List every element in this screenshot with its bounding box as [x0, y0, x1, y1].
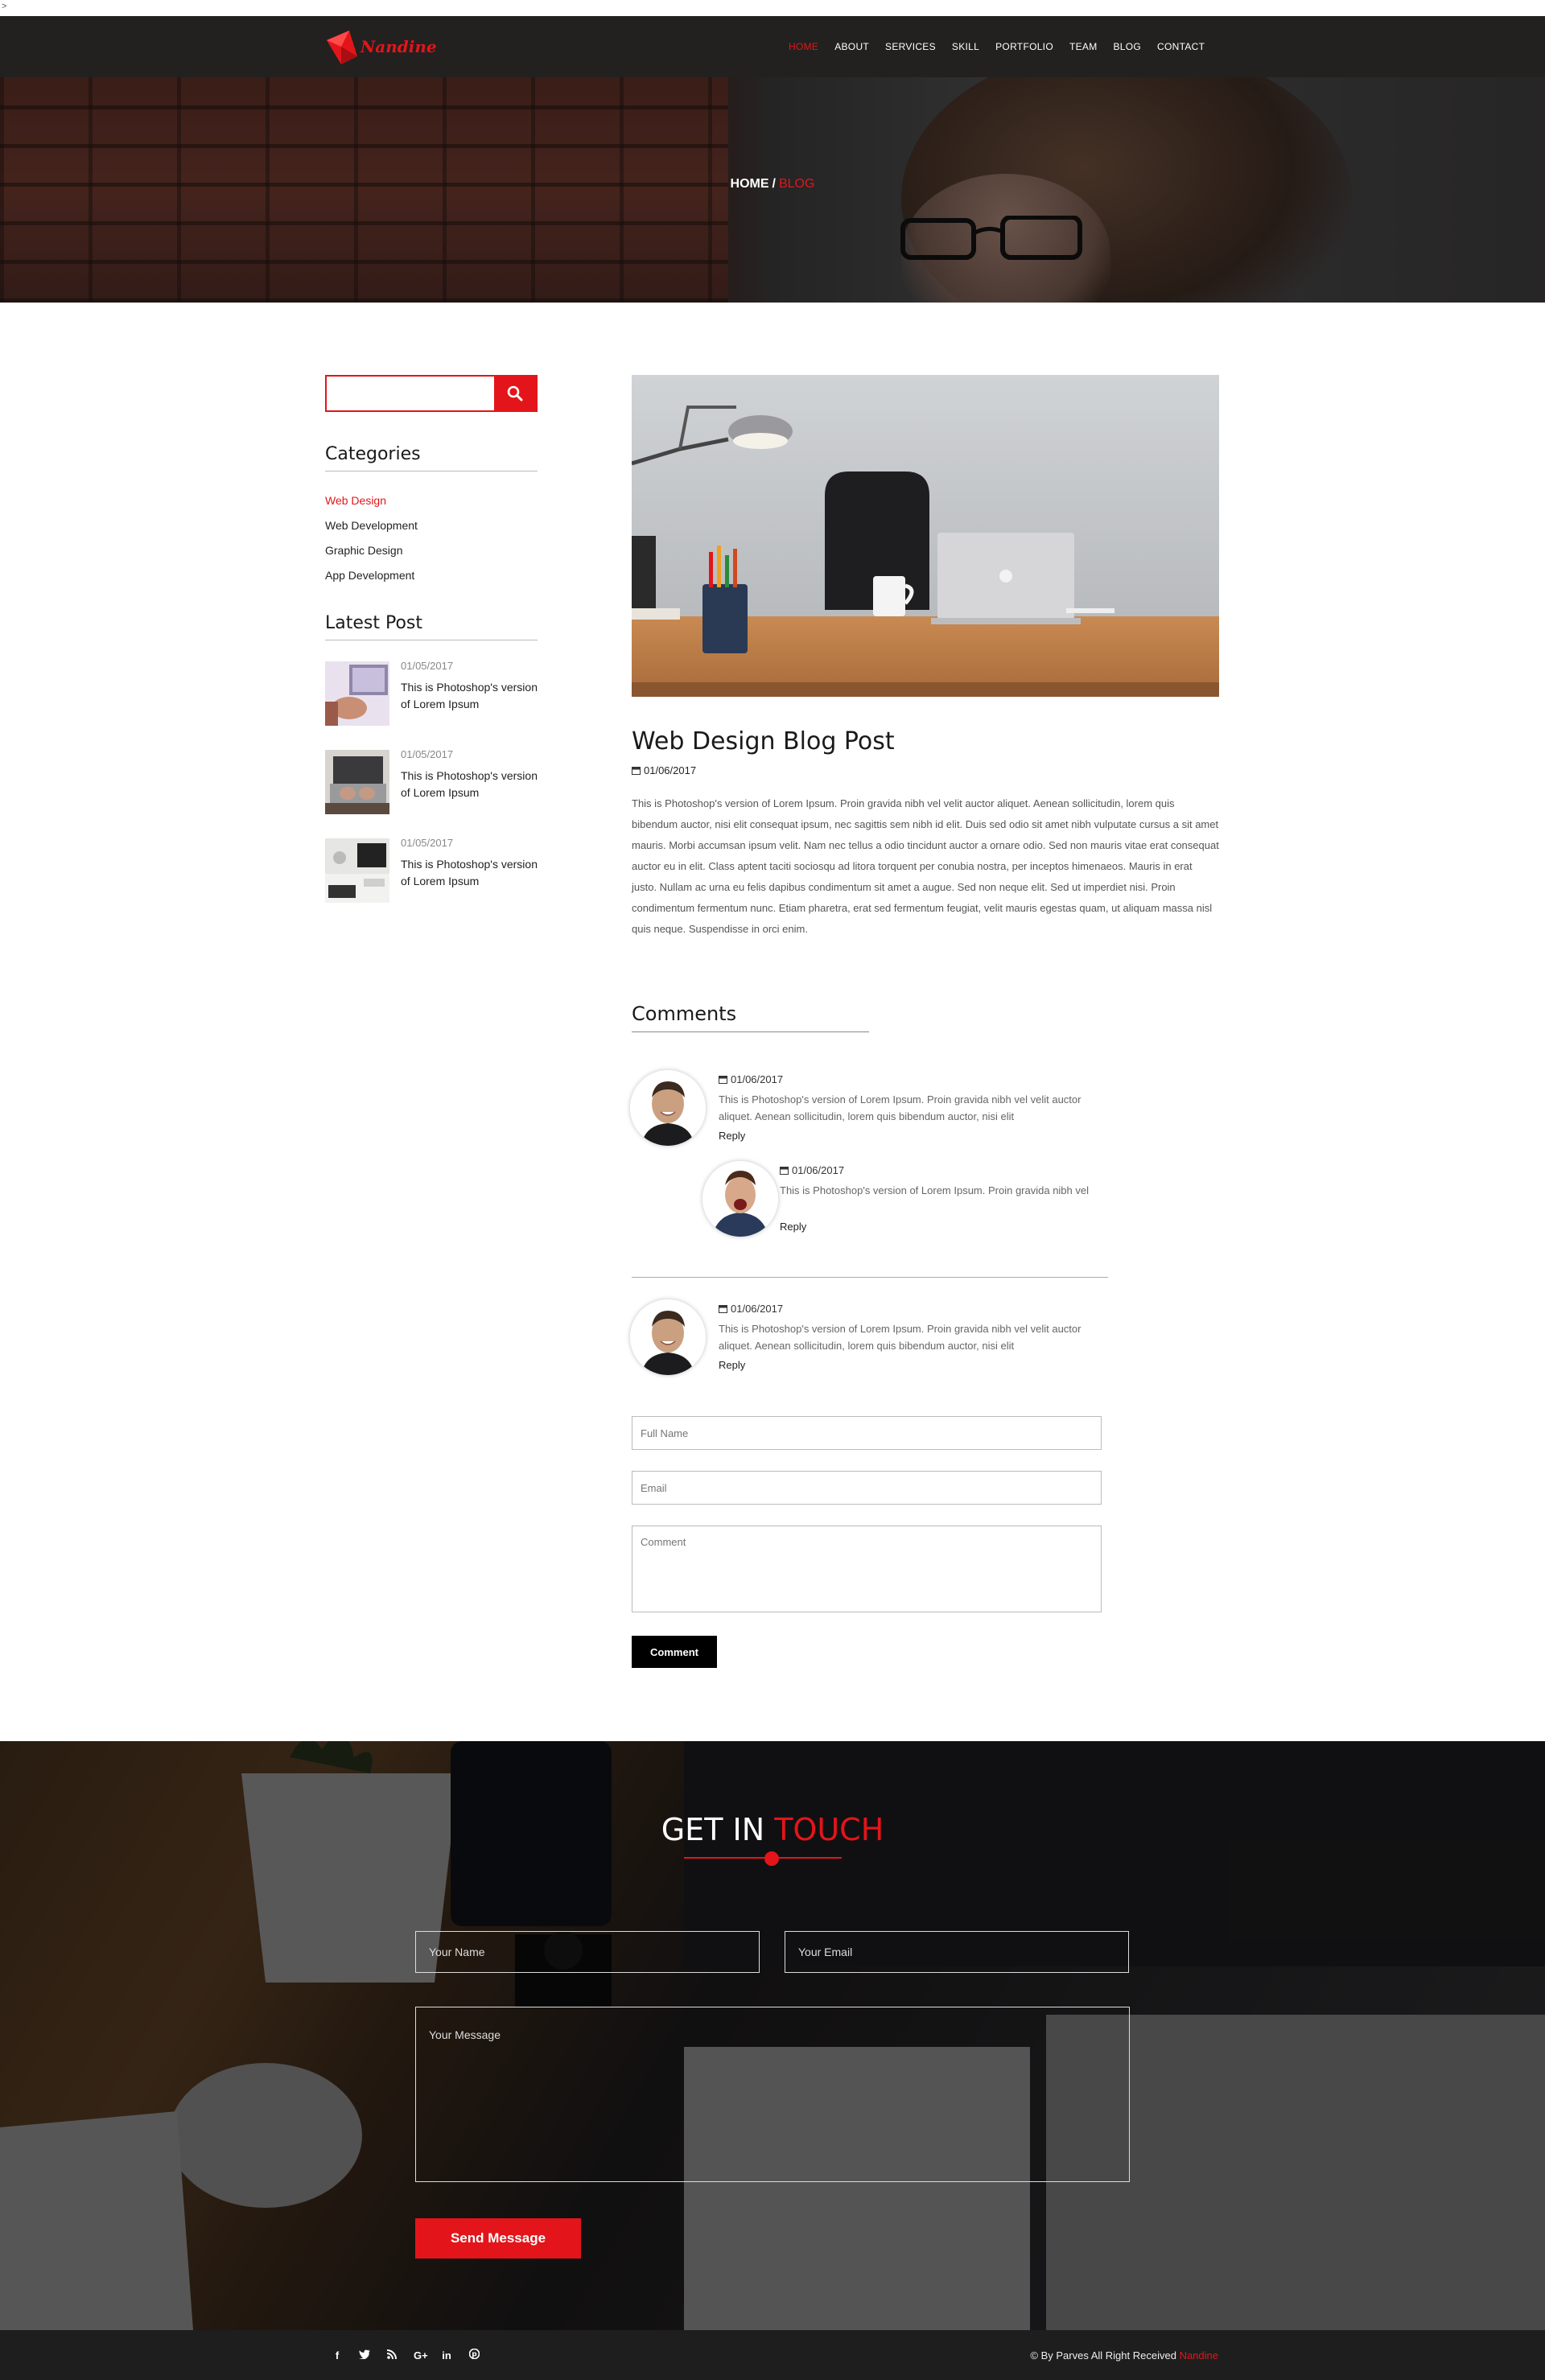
rss-icon[interactable]	[386, 2349, 398, 2361]
full-name-field[interactable]	[632, 1416, 1102, 1450]
latest-post-link[interactable]: This is Photoshop's version of Lorem Ips…	[401, 856, 538, 890]
latest-post-thumbnail[interactable]	[325, 750, 389, 814]
reply-link[interactable]: Reply	[780, 1221, 806, 1233]
stray-text: >	[2, 2, 7, 11]
nav-about[interactable]: ABOUT	[834, 41, 869, 52]
twitter-icon[interactable]	[359, 2349, 370, 2361]
latest-post-date: 01/05/2017	[401, 837, 454, 849]
avatar	[630, 1299, 706, 1375]
comment-item: 01/06/2017 This is Photoshop's version o…	[630, 1070, 1097, 1159]
latest-post-link[interactable]: This is Photoshop's version of Lorem Ips…	[401, 679, 538, 713]
breadcrumb-separator: /	[772, 177, 776, 191]
comment-submit-button[interactable]: Comment	[632, 1636, 717, 1668]
category-graphic-design[interactable]: Graphic Design	[325, 544, 418, 569]
latest-post-date: 01/05/2017	[401, 748, 454, 760]
latest-post-thumbnail[interactable]	[325, 838, 389, 903]
logo-mark-icon	[327, 31, 357, 64]
avatar	[702, 1161, 778, 1237]
calendar-icon	[632, 767, 641, 775]
comment-divider	[632, 1277, 1108, 1278]
calendar-icon	[719, 1076, 727, 1084]
comment-field[interactable]	[632, 1526, 1102, 1612]
post-body: This is Photoshop's version of Lorem Ips…	[632, 797, 1219, 935]
nav-home[interactable]: HOME	[789, 41, 818, 52]
copyright-text: © By Parves All Right Received	[1030, 2349, 1176, 2361]
calendar-icon	[719, 1305, 727, 1313]
title-dot	[764, 1851, 779, 1866]
category-list: Web Design Web Development Graphic Desig…	[325, 494, 418, 594]
copyright: © By Parves All Right Received Nandine	[1030, 2349, 1218, 2361]
search-button[interactable]	[494, 377, 536, 410]
post-title: Web Design Blog Post	[632, 727, 895, 756]
latest-post-link[interactable]: This is Photoshop's version of Lorem Ips…	[401, 768, 538, 801]
google-plus-icon[interactable]: G+	[414, 2349, 428, 2361]
comment-date-text: 01/06/2017	[731, 1073, 784, 1085]
social-links: f G+ in p	[332, 2330, 480, 2380]
footer: f G+ in p © By Parves All Right Received…	[0, 2330, 1545, 2380]
nav-contact[interactable]: CONTACT	[1157, 41, 1205, 52]
comment-item: 01/06/2017 This is Photoshop's version o…	[630, 1299, 1097, 1388]
comments-rule	[632, 1031, 869, 1032]
your-message-field[interactable]	[415, 2007, 1130, 2182]
contact-title-accent: TOUCH	[774, 1812, 884, 1847]
nav-services[interactable]: SERVICES	[885, 41, 936, 52]
main-menu: HOME ABOUT SERVICES SKILL PORTFOLIO TEAM…	[789, 16, 1205, 77]
latest-post-item[interactable]: 01/05/2017 This is Photoshop's version o…	[325, 660, 538, 726]
facebook-icon[interactable]: f	[332, 2349, 343, 2361]
breadcrumb-current: BLOG	[778, 177, 815, 191]
reply-link[interactable]: Reply	[719, 1130, 745, 1142]
post-date-text: 01/06/2017	[644, 764, 697, 776]
calendar-icon	[780, 1167, 789, 1175]
comment-date: 01/06/2017	[780, 1164, 844, 1176]
comment-date: 01/06/2017	[719, 1303, 783, 1315]
category-web-development[interactable]: Web Development	[325, 519, 418, 544]
logo-text: Nandine	[360, 37, 437, 56]
contact-section: GET IN TOUCH Send Message	[0, 1741, 1545, 2330]
search-box	[325, 375, 538, 412]
nav-blog[interactable]: BLOG	[1114, 41, 1142, 52]
comment-date-text: 01/06/2017	[792, 1164, 845, 1176]
email-field[interactable]	[632, 1471, 1102, 1505]
nav-team[interactable]: TEAM	[1069, 41, 1098, 52]
comment-text: This is Photoshop's version of Lorem Ips…	[780, 1184, 1090, 1196]
avatar	[630, 1070, 706, 1146]
latest-post-date: 01/05/2017	[401, 660, 454, 672]
breadcrumb-home[interactable]: HOME	[731, 177, 769, 191]
post-featured-image	[632, 375, 1219, 697]
breadcrumb: HOME / BLOG	[0, 177, 1545, 191]
linkedin-icon[interactable]: in	[441, 2349, 452, 2361]
your-name-field[interactable]	[415, 1931, 760, 1973]
page-banner: HOME / BLOG	[0, 77, 1545, 303]
send-message-button[interactable]: Send Message	[415, 2218, 581, 2259]
pinterest-icon[interactable]: p	[468, 2348, 480, 2361]
search-icon	[507, 385, 523, 401]
comment-text: This is Photoshop's version of Lorem Ips…	[719, 1323, 1082, 1352]
your-email-field[interactable]	[785, 1931, 1129, 1973]
contact-title-main: GET IN	[661, 1812, 765, 1847]
top-navbar: Nandine HOME ABOUT SERVICES SKILL PORTFO…	[0, 16, 1545, 77]
svg-text:p: p	[472, 2351, 477, 2359]
category-app-development[interactable]: App Development	[325, 569, 418, 594]
comment-date: 01/06/2017	[719, 1073, 783, 1085]
categories-title: Categories	[325, 444, 421, 464]
reply-link[interactable]: Reply	[719, 1359, 745, 1371]
latest-post-title: Latest Post	[325, 613, 423, 633]
post-date: 01/06/2017	[632, 764, 696, 776]
latest-post-item[interactable]: 01/05/2017 This is Photoshop's version o…	[325, 837, 538, 903]
logo[interactable]: Nandine	[325, 26, 437, 71]
comment-date-text: 01/06/2017	[731, 1303, 784, 1315]
comments-title: Comments	[632, 1003, 737, 1025]
nav-portfolio[interactable]: PORTFOLIO	[995, 41, 1053, 52]
copyright-brand[interactable]: Nandine	[1180, 2349, 1218, 2361]
title-underline	[684, 1857, 842, 1859]
latest-post-item[interactable]: 01/05/2017 This is Photoshop's version o…	[325, 748, 538, 814]
search-input[interactable]	[327, 377, 496, 410]
contact-title: GET IN TOUCH	[0, 1812, 1545, 1847]
comment-reply-item: 01/06/2017 This is Photoshop's version o…	[702, 1161, 1105, 1241]
category-web-design[interactable]: Web Design	[325, 494, 418, 519]
nav-skill[interactable]: SKILL	[952, 41, 979, 52]
comment-text: This is Photoshop's version of Lorem Ips…	[719, 1093, 1082, 1122]
latest-post-thumbnail[interactable]	[325, 661, 389, 726]
